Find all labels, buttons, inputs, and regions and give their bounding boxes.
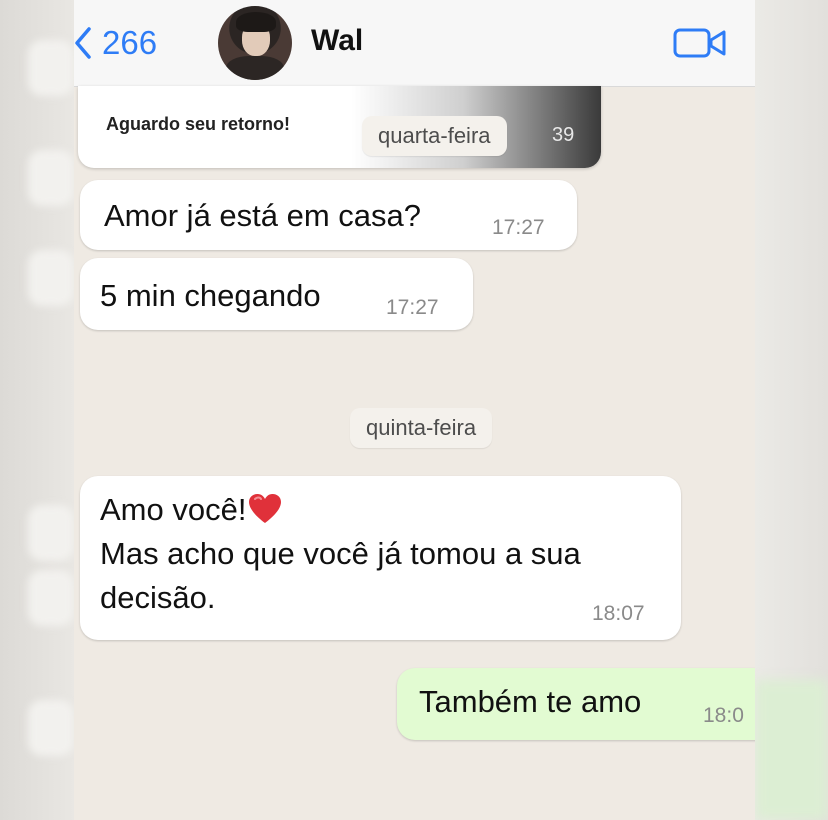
- chevron-left-icon: [75, 27, 91, 59]
- message-bubble-incoming[interactable]: Amor já está em casa? 17:27: [80, 180, 577, 250]
- blurred-right-margin: [755, 0, 828, 820]
- blur-patch: [28, 700, 74, 756]
- message-bubble-incoming[interactable]: Amo você! Mas acho que você já tomou a s…: [80, 476, 681, 640]
- message-text-segment: Amo você!: [100, 492, 247, 527]
- blur-patch: [755, 680, 828, 820]
- chat-header: 266 Wal: [74, 0, 755, 87]
- avatar-hair: [236, 12, 276, 32]
- blur-patch: [28, 505, 74, 561]
- message-text: 5 min chegando: [100, 278, 321, 313]
- message-text-line: decisão.: [100, 580, 216, 615]
- message-time: 18:0: [703, 704, 744, 727]
- unread-count: 266: [102, 24, 158, 61]
- message-text-line: Amo você!: [100, 490, 282, 530]
- contact-name[interactable]: Wal: [311, 24, 363, 58]
- avatar-body: [226, 56, 284, 80]
- message-text: Amor já está em casa?: [104, 198, 422, 233]
- video-call-icon[interactable]: [672, 22, 728, 62]
- blur-patch: [28, 150, 74, 206]
- message-bubble-incoming[interactable]: 5 min chegando 17:27: [80, 258, 473, 330]
- date-separator: quinta-feira: [350, 408, 493, 448]
- message-text: Também te amo: [419, 684, 642, 719]
- quoted-message[interactable]: Aguardo seu retorno! 39: [78, 86, 601, 168]
- blur-patch: [28, 250, 74, 306]
- date-separator: quarta-feira: [362, 116, 507, 156]
- blurred-left-margin: [0, 0, 74, 820]
- chat-screen: 266 Wal Aguardo seu retorno! 39 quarta-f…: [74, 0, 755, 820]
- message-bubble-outgoing[interactable]: Também te amo 18:0: [397, 668, 755, 740]
- message-time: 17:27: [386, 296, 439, 319]
- quoted-message-time: 39: [552, 124, 575, 146]
- message-text-line: Mas acho que você já tomou a sua: [100, 536, 581, 571]
- blur-patch: [28, 570, 74, 626]
- back-button[interactable]: 266: [74, 18, 157, 68]
- blur-patch: [28, 40, 74, 96]
- quoted-message-text: Aguardo seu retorno!: [106, 114, 291, 134]
- message-time: 17:27: [492, 216, 545, 239]
- avatar[interactable]: [218, 6, 292, 80]
- message-time: 18:07: [592, 602, 645, 625]
- heart-icon: [249, 494, 282, 523]
